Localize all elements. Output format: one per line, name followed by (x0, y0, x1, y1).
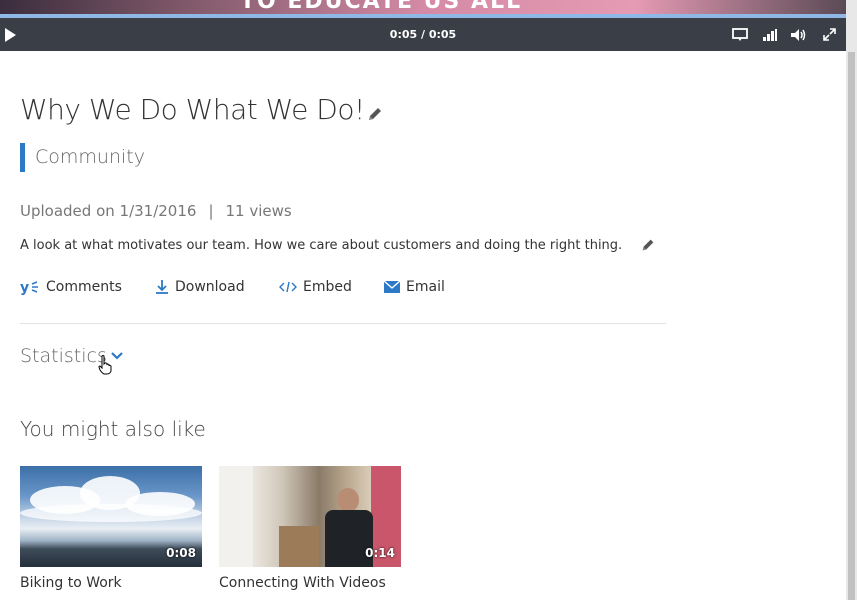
edit-title-button[interactable] (366, 105, 384, 123)
channel-accent-bar (20, 143, 25, 172)
video-thumbnail[interactable]: 0:08 (20, 466, 202, 567)
pencil-icon (369, 108, 381, 120)
quality-button[interactable] (760, 18, 780, 51)
video-duration: 0:08 (166, 546, 196, 560)
upload-date: Uploaded on 1/31/2016 (20, 202, 197, 220)
hand-cursor-icon (98, 355, 112, 375)
upload-meta: Uploaded on 1/31/2016 | 11 views (20, 202, 292, 220)
video-thumbnail[interactable]: 0:14 (219, 466, 401, 567)
mail-icon (384, 281, 400, 293)
quality-icon (763, 28, 777, 41)
video-slogan: TO EDUCATE US ALL (240, 0, 523, 14)
svg-text:y: y (20, 280, 29, 295)
comments-button[interactable]: y Comments (20, 279, 155, 295)
email-button[interactable]: Email (384, 279, 464, 295)
related-video-title[interactable]: Biking to Work (20, 575, 202, 591)
download-icon (155, 279, 169, 295)
related-video-card[interactable]: 0:08 Biking to Work (20, 466, 202, 591)
volume-button[interactable] (788, 18, 810, 51)
volume-icon (791, 28, 806, 41)
video-actions: y Comments Download Embed Email (20, 279, 464, 295)
yammer-icon: y (20, 279, 40, 295)
related-video-title[interactable]: Connecting With Videos (219, 575, 401, 591)
fullscreen-icon (822, 28, 836, 41)
embed-icon (279, 280, 297, 294)
video-duration: 0:14 (365, 546, 395, 560)
meta-separator: | (208, 202, 214, 220)
scrollbar-thumb[interactable] (848, 52, 855, 600)
download-button[interactable]: Download (155, 279, 279, 295)
related-video-card[interactable]: 0:14 Connecting With Videos (219, 466, 401, 591)
video-title: Why We Do What We Do! (20, 93, 365, 126)
related-heading: You might also like (20, 417, 206, 441)
video-description: A look at what motivates our team. How w… (20, 238, 623, 253)
pencil-icon (642, 239, 654, 251)
download-label: Download (175, 279, 245, 295)
channel-link[interactable]: Community (35, 146, 145, 168)
comments-label: Comments (46, 279, 122, 295)
chevron-down-icon (111, 352, 123, 360)
play-button[interactable] (0, 18, 20, 51)
edit-description-button[interactable] (640, 237, 656, 253)
captions-button[interactable] (730, 18, 750, 51)
time-display: 0:05 / 0:05 (389, 28, 457, 41)
email-label: Email (406, 279, 445, 295)
embed-button[interactable]: Embed (279, 279, 384, 295)
captions-icon (732, 27, 748, 41)
player-control-bar: 0:05 / 0:05 (0, 18, 846, 51)
play-icon (5, 27, 16, 42)
fullscreen-button[interactable] (818, 18, 840, 51)
section-divider (20, 323, 666, 324)
embed-label: Embed (303, 279, 352, 295)
statistics-label: Statistics (20, 345, 107, 367)
view-count: 11 views (225, 202, 292, 220)
